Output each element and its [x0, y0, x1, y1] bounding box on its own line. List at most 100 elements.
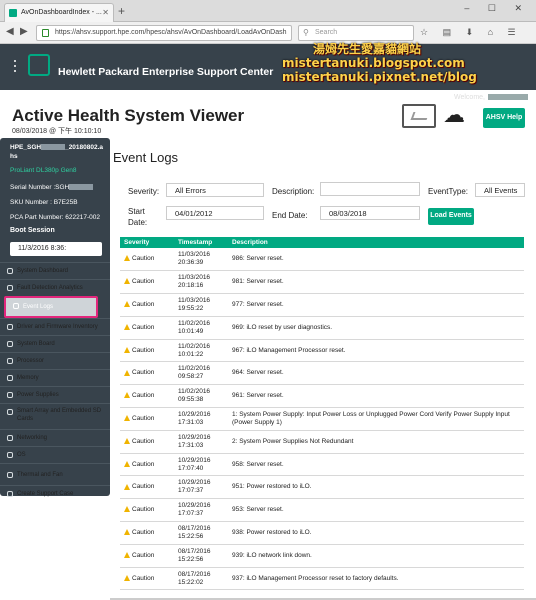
severity-cell: Caution [120, 407, 174, 431]
board-icon [7, 341, 13, 347]
caution-icon [124, 346, 130, 353]
start-date-input[interactable]: 04/01/2012 [166, 206, 264, 220]
network-icon [7, 435, 13, 441]
back-icon[interactable]: ◀ [6, 26, 14, 37]
tab-title: AvOnDashboardIndex - ... [21, 9, 102, 16]
table-row[interactable]: Caution 10/29/2016 17:31:03 1: System Power… [120, 407, 524, 431]
description-cell: 981: Server reset. [228, 270, 524, 295]
table-row[interactable]: Caution 10/29/2016 17:31:03 2: System Power… [120, 430, 524, 454]
caution-icon [124, 278, 130, 285]
description-cell: 967: iLO Management Processor reset. [228, 339, 524, 363]
timestamp-cell: 10/29/2016 17:07:40 [174, 453, 228, 477]
sidebar-item-memory[interactable]: Memory [0, 369, 110, 386]
sidebar-item-power-supplies[interactable]: Power Supplies [0, 386, 110, 403]
table-row[interactable]: Caution 11/03/2016 20:36:39 986: Server res… [120, 248, 524, 272]
hpe-logo-icon[interactable] [28, 54, 50, 76]
sku-number: SKU Number : B7E25B [10, 199, 78, 206]
browser-nav-bar: ◀ ▶ https://ahsv.support.hpe.com/hpesc/a… [0, 22, 536, 44]
load-events-button[interactable]: Load Events [428, 208, 474, 225]
caution-icon [124, 301, 130, 308]
timestamp-cell: 10/29/2016 17:07:37 [174, 475, 228, 500]
sidebar-item-processor[interactable]: Processor [0, 352, 110, 369]
description-cell: 1: System Power Supply: Input Power Loss… [228, 407, 524, 431]
table-row[interactable]: Caution 11/02/2016 09:58:27 964: Server res… [120, 361, 524, 386]
sidebar-item-system-board[interactable]: System Board [0, 335, 110, 352]
boot-session-select[interactable]: 11/3/2016 8:36: [10, 242, 102, 256]
severity-select[interactable]: All Errors [166, 183, 264, 197]
url-text: https://ahsv.support.hpe.com/hpesc/ahsv/… [55, 29, 287, 36]
eventtype-label: EventType: [428, 187, 469, 196]
severity-cell: Caution [120, 316, 174, 340]
caution-icon [124, 324, 130, 331]
table-row[interactable]: Caution 10/29/2016 17:07:37 953: Server res… [120, 498, 524, 523]
sidebar-item-networking[interactable]: Networking [0, 429, 110, 446]
sidebar-item-create-support-case[interactable]: Create Support Case [0, 485, 110, 502]
search-placeholder: Search [315, 29, 338, 36]
table-row[interactable]: Caution 08/17/2016 15:22:56 938: Power rest… [120, 521, 524, 545]
new-tab-icon[interactable]: + [118, 4, 125, 18]
browser-tab[interactable]: AvOnDashboardIndex - ... ✕ [4, 3, 114, 22]
page-datetime: 08/03/2018 @ 下午 10:10:10 [12, 128, 102, 135]
description-input[interactable] [320, 182, 420, 196]
severity-cell: Caution [120, 384, 174, 409]
sidebar-item-driver-firmware[interactable]: Driver and Firmware Inventory [0, 318, 110, 335]
browser-search-input[interactable]: ⚲ Search [298, 25, 414, 41]
timestamp-cell: 11/03/2016 19:55:22 [174, 293, 228, 317]
start-date-label: Start Date: [128, 207, 148, 227]
column-header-timestamp[interactable]: Timestamp [174, 237, 228, 248]
end-date-input[interactable]: 08/03/2018 [320, 206, 420, 220]
table-row[interactable]: Caution 11/02/2016 09:55:38 961: Server res… [120, 384, 524, 409]
sidebar-item-os[interactable]: OS [0, 446, 110, 463]
timestamp-cell: 11/03/2016 20:18:16 [174, 270, 228, 295]
warning-icon [13, 303, 19, 309]
description-cell: 951: Power restored to iLO. [228, 475, 524, 500]
window-controls[interactable]: – ☐ ✕ [464, 3, 530, 14]
table-row[interactable]: Caution 11/03/2016 19:55:22 977: Server res… [120, 293, 524, 317]
column-header-severity[interactable]: Severity [120, 237, 174, 248]
ahsv-help-button[interactable]: AHSV Help [483, 108, 525, 128]
os-icon [7, 452, 13, 458]
caution-icon [124, 415, 130, 422]
processor-icon [7, 358, 13, 364]
timestamp-cell: 11/03/2016 20:36:39 [174, 248, 228, 272]
description-cell: 977: Server reset. [228, 293, 524, 317]
timestamp-cell: 08/17/2016 15:22:56 [174, 521, 228, 545]
timestamp-cell: 08/17/2016 15:22:56 [174, 544, 228, 568]
caution-icon [124, 255, 130, 262]
table-row[interactable]: Caution 11/02/2016 10:01:22 967: iLO Manage… [120, 339, 524, 363]
severity-cell: Caution [120, 521, 174, 545]
sidebar-item-event-logs[interactable]: Event Logs [4, 296, 98, 318]
table-row[interactable]: Caution 10/29/2016 17:07:40 958: Server res… [120, 453, 524, 477]
table-row[interactable]: Caution 08/17/2016 15:22:56 939: iLO networ… [120, 544, 524, 568]
table-row[interactable]: Caution 11/03/2016 20:18:16 981: Server res… [120, 270, 524, 295]
caution-icon [124, 392, 130, 399]
column-header-description[interactable]: Description [228, 237, 524, 248]
table-row[interactable]: Caution 08/17/2016 15:22:02 937: iLO Manage… [120, 567, 524, 591]
sidebar-item-system-dashboard[interactable]: System Dashboard [0, 262, 110, 279]
brand-title: Hewlett Packard Enterprise Support Cente… [58, 66, 274, 78]
memory-icon [7, 375, 13, 381]
caution-icon [124, 529, 130, 536]
severity-cell: Caution [120, 567, 174, 591]
address-bar[interactable]: https://ahsv.support.hpe.com/hpesc/ahsv/… [36, 25, 292, 41]
apps-menu-icon[interactable] [10, 60, 20, 74]
browser-toolbar-icons[interactable]: ☆ ▤ ⬇ ⌂ ☰ [420, 27, 522, 38]
close-tab-icon[interactable]: ✕ [102, 8, 109, 17]
timestamp-cell: 11/02/2016 10:01:22 [174, 339, 228, 363]
timestamp-cell: 11/02/2016 09:55:38 [174, 384, 228, 409]
severity-cell: Caution [120, 270, 174, 295]
server-model: ProLiant DL380p Gen8 [10, 167, 77, 174]
sidebar-item-fault-detection[interactable]: Fault Detection Analytics [0, 279, 110, 296]
severity-cell: Caution [120, 475, 174, 500]
forward-icon[interactable]: ▶ [20, 26, 28, 37]
eventtype-select[interactable]: All Events [475, 183, 525, 197]
table-row[interactable]: Caution 11/02/2016 10:01:49 969: iLO reset … [120, 316, 524, 340]
table-row[interactable]: Caution 10/29/2016 17:07:37 951: Power rest… [120, 475, 524, 500]
monitor-icon[interactable] [402, 104, 436, 128]
hpe-favicon-icon [9, 9, 17, 17]
caution-icon [124, 369, 130, 376]
sidebar-item-thermal-fan[interactable]: Thermal and Fan [0, 463, 110, 485]
lock-icon [42, 29, 49, 37]
sidebar-item-smart-array[interactable]: Smart Array and Embedded SD Cards [0, 403, 110, 429]
cloud-upload-icon[interactable]: ☁ [443, 104, 465, 126]
